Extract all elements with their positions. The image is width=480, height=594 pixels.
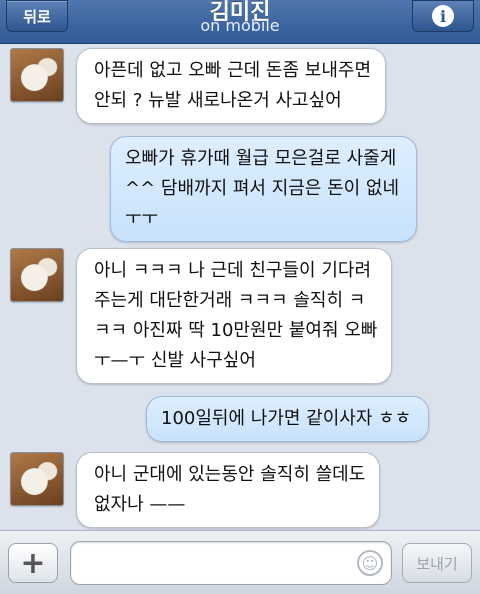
send-button[interactable]: 보내기 [402, 543, 472, 583]
message-incoming: 아픈데 없고 오빠 근데 돈좀 보내주면 안되 ? 뉴발 새로나온거 사고싶어 [76, 48, 387, 124]
avatar[interactable] [10, 48, 64, 102]
message-incoming: 아니 군대에 있는동안 솔직히 쓸데도 없자나 —— [76, 452, 381, 528]
message-input[interactable]: ☺ [70, 541, 392, 585]
message-outgoing: 100일뒤에 나가면 같이사자 ㅎㅎ [146, 396, 430, 442]
back-button[interactable]: 뒤로 [6, 0, 68, 32]
message-outgoing: 오빠가 휴가때 월급 모은걸로 사줄게 ^^ 담배까지 펴서 지금은 돈이 없네… [110, 136, 418, 242]
message-incoming: 아니 ㅋㅋㅋ 나 근데 친구들이 기다려 주는게 대단한거래 ㅋㅋㅋ 솔직히 ㅋ… [76, 248, 393, 384]
info-icon: i [432, 5, 454, 27]
plus-icon: + [20, 545, 46, 581]
add-attachment-button[interactable]: + [8, 543, 58, 583]
avatar[interactable] [10, 248, 64, 302]
contact-status: on mobile [200, 16, 280, 35]
nav-bar: 뒤로 김미진 on mobile i [0, 0, 480, 44]
info-button[interactable]: i [412, 0, 474, 32]
avatar[interactable] [10, 452, 64, 506]
smiley-icon[interactable]: ☺ [357, 550, 383, 576]
composer-bar: + ☺ 보내기 [0, 530, 480, 594]
